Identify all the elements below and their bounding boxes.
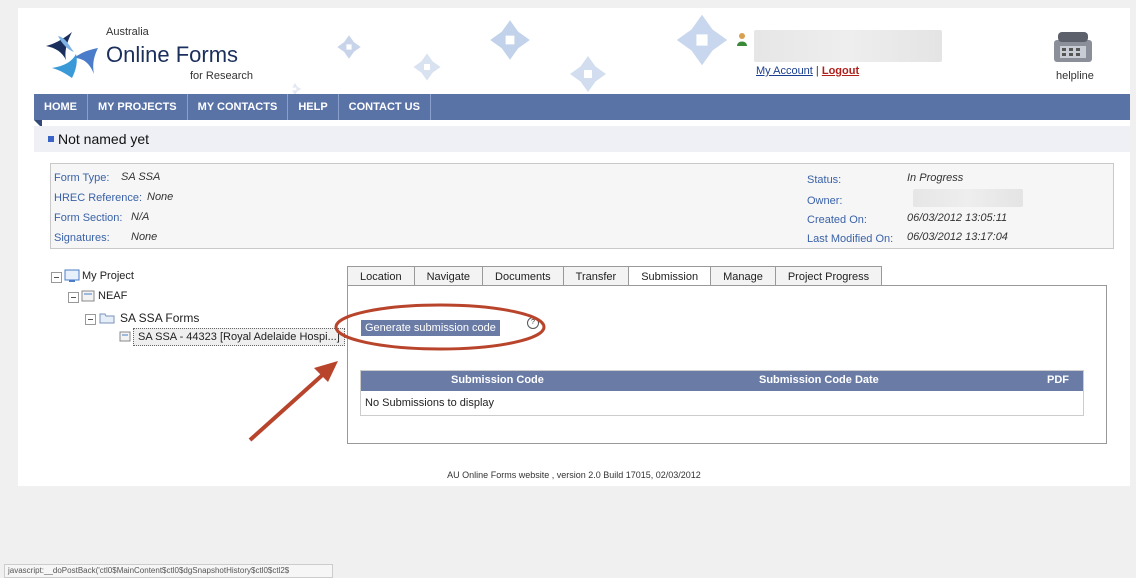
tree-forms-label[interactable]: SA SSA Forms bbox=[120, 311, 199, 325]
user-icon bbox=[737, 33, 747, 46]
generate-submission-code-button[interactable]: Generate submission code bbox=[361, 320, 500, 336]
signatures-value: None bbox=[131, 231, 158, 243]
helpline-label: helpline bbox=[1056, 70, 1094, 82]
footer-version: AU Online Forms website , version 2.0 Bu… bbox=[447, 470, 701, 480]
help-icon[interactable]: ? bbox=[527, 317, 539, 329]
status-value: In Progress bbox=[907, 172, 964, 184]
tree-root-label[interactable]: My Project bbox=[82, 270, 134, 282]
phone-icon[interactable] bbox=[1050, 26, 1096, 66]
tab-documents[interactable]: Documents bbox=[482, 266, 564, 287]
decorative-swirl-icon bbox=[676, 14, 728, 66]
form-type-label: Form Type: bbox=[54, 172, 110, 184]
column-submission-code-date[interactable]: Submission Code Date bbox=[759, 374, 879, 386]
form-info-panel: Form Type: SA SSA HREC Reference: None F… bbox=[50, 163, 1114, 249]
column-pdf[interactable]: PDF bbox=[1047, 374, 1069, 386]
tree-collapse-toggle[interactable] bbox=[51, 272, 62, 283]
folder-icon bbox=[99, 313, 115, 324]
tab-navigate[interactable]: Navigate bbox=[413, 266, 484, 287]
page-title: Not named yet bbox=[58, 131, 150, 147]
table-header: Submission Code Submission Code Date PDF bbox=[361, 371, 1083, 391]
tab-strip: Location Navigate Documents Transfer Sub… bbox=[347, 266, 883, 288]
tab-transfer[interactable]: Transfer bbox=[562, 266, 630, 287]
decorative-swirl-icon bbox=[337, 35, 361, 59]
project-icon bbox=[64, 269, 80, 282]
created-value: 06/03/2012 13:05:11 bbox=[907, 212, 1008, 224]
account-separator: | bbox=[815, 65, 819, 77]
document-icon bbox=[81, 290, 95, 302]
modified-label: Last Modified On: bbox=[807, 233, 894, 245]
logo-icon bbox=[46, 32, 98, 78]
brand-subtitle: for Research bbox=[190, 70, 253, 82]
submission-panel bbox=[347, 285, 1107, 444]
modified-value: 06/03/2012 13:17:04 bbox=[907, 231, 1008, 243]
decorative-swirl-icon bbox=[570, 56, 606, 92]
hrec-label: HREC Reference: bbox=[54, 192, 143, 204]
page-title-band: Not named yet bbox=[34, 126, 1130, 152]
tree-neaf-label[interactable]: NEAF bbox=[98, 290, 127, 302]
nav-help[interactable]: HELP bbox=[288, 94, 339, 120]
owner-label: Owner: bbox=[807, 195, 843, 207]
nav-my-projects[interactable]: MY PROJECTS bbox=[88, 94, 188, 120]
brand-country: Australia bbox=[106, 26, 149, 38]
form-section-label: Form Section: bbox=[54, 212, 123, 224]
form-type-value: SA SSA bbox=[121, 171, 161, 183]
created-label: Created On: bbox=[807, 214, 867, 226]
signatures-label: Signatures: bbox=[54, 232, 110, 244]
username-redacted bbox=[754, 30, 942, 62]
main-nav: HOME MY PROJECTS MY CONTACTS HELP CONTAC… bbox=[34, 94, 1130, 120]
decorative-swirl-icon bbox=[490, 20, 530, 60]
nav-my-contacts[interactable]: MY CONTACTS bbox=[188, 94, 289, 120]
brand-name: Online Forms bbox=[106, 42, 239, 67]
logout-link[interactable]: Logout bbox=[822, 65, 859, 77]
page: Australia Online Forms for Research My A… bbox=[18, 8, 1130, 486]
tab-manage[interactable]: Manage bbox=[710, 266, 776, 287]
column-submission-code[interactable]: Submission Code bbox=[451, 374, 544, 386]
status-label: Status: bbox=[807, 174, 842, 186]
browser-status-bar: javascript:__doPostBack('ctl0$MainConten… bbox=[4, 564, 333, 578]
title-bullet-icon bbox=[48, 136, 54, 142]
owner-redacted bbox=[913, 189, 1023, 207]
hrec-value: None bbox=[147, 191, 174, 203]
form-section-value: N/A bbox=[131, 211, 150, 223]
header: Australia Online Forms for Research My A… bbox=[18, 8, 1130, 96]
nav-home[interactable]: HOME bbox=[34, 94, 88, 120]
document-icon bbox=[119, 331, 131, 342]
decorative-swirl-icon bbox=[413, 53, 441, 81]
tree-collapse-toggle[interactable] bbox=[68, 292, 79, 303]
empty-table-message: No Submissions to display bbox=[365, 397, 495, 409]
tree-collapse-toggle[interactable] bbox=[85, 314, 96, 325]
tree-selected-form[interactable]: SA SSA - 44323 [Royal Adelaide Hospi...] bbox=[133, 328, 345, 346]
my-account-link[interactable]: My Account bbox=[756, 65, 813, 77]
tab-project-progress[interactable]: Project Progress bbox=[774, 266, 883, 287]
tab-location[interactable]: Location bbox=[347, 266, 415, 287]
nav-contact-us[interactable]: CONTACT US bbox=[339, 94, 431, 120]
account-links: My Account | Logout bbox=[756, 65, 859, 77]
submissions-table: Submission Code Submission Code Date PDF… bbox=[360, 370, 1084, 416]
